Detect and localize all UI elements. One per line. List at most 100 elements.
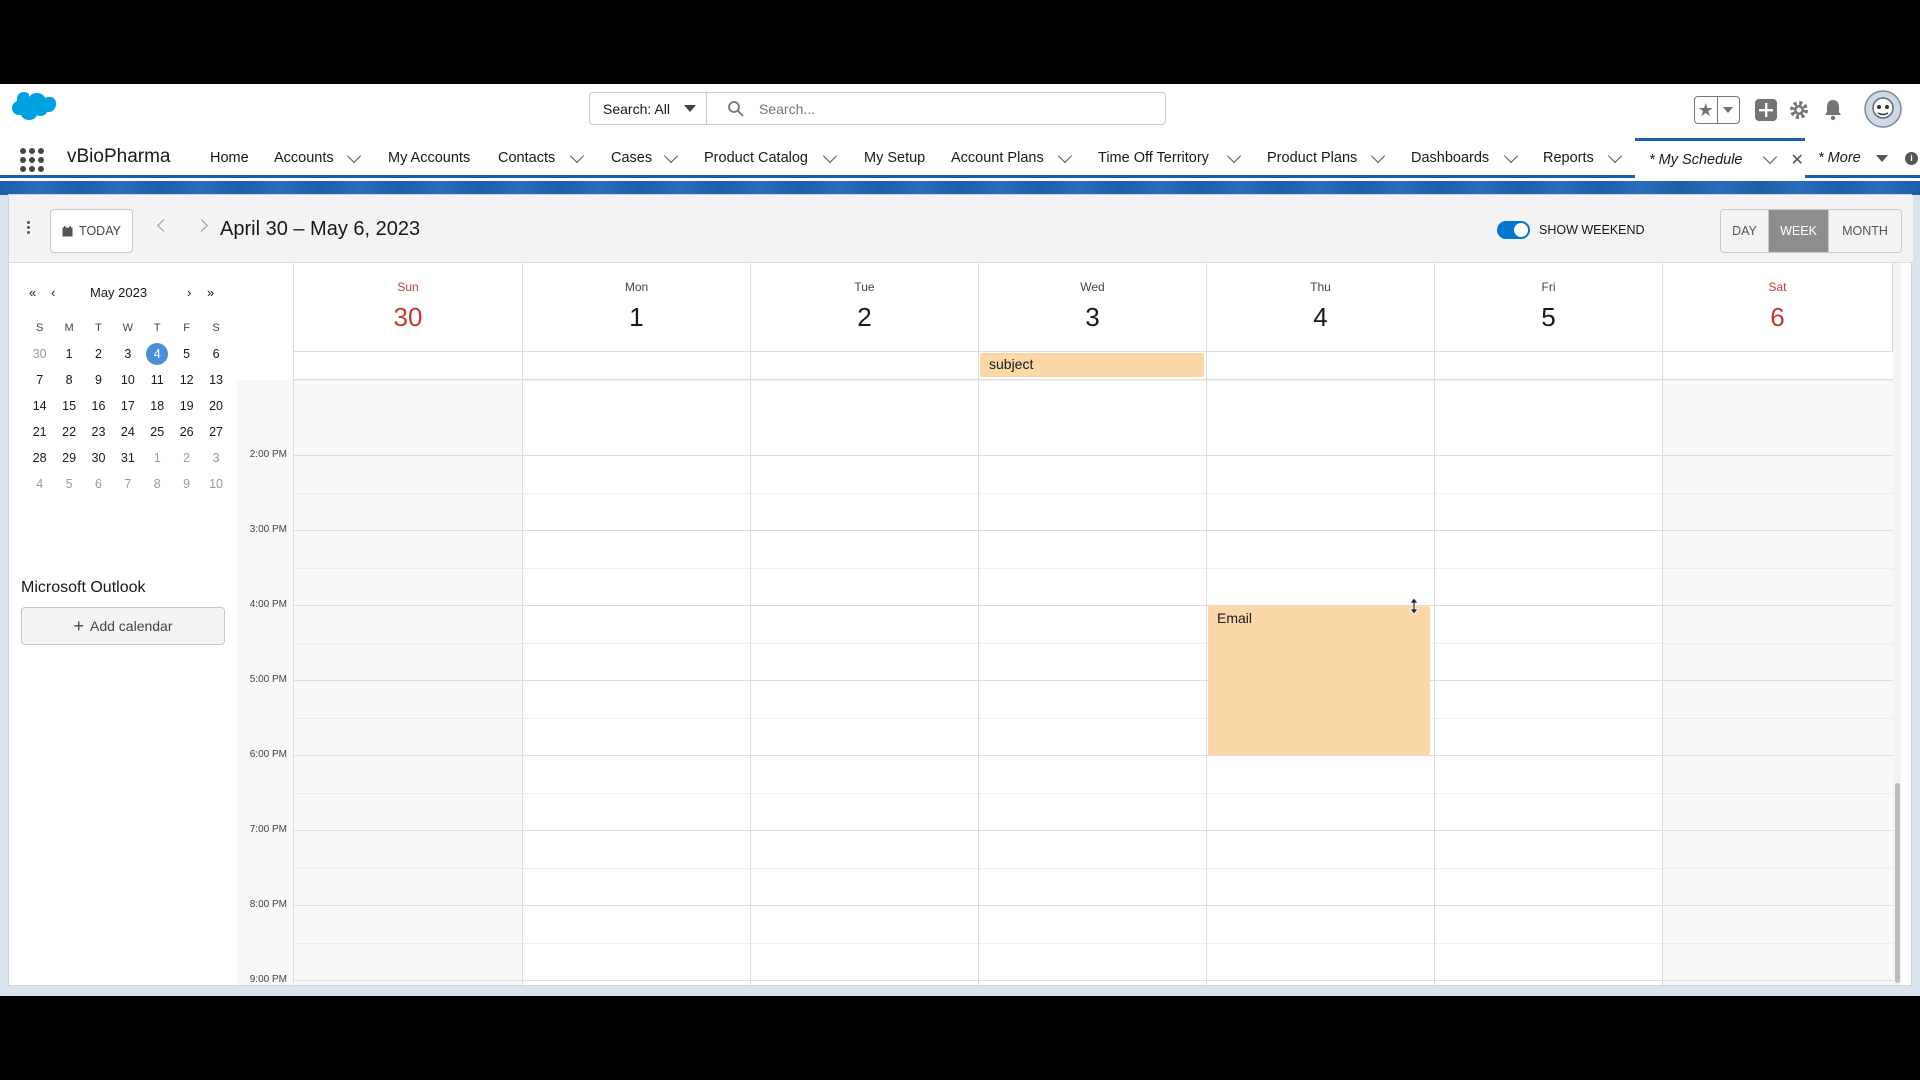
mini-day[interactable]: 20 (201, 399, 230, 413)
search-input[interactable] (759, 100, 1139, 117)
nav-item-product-catalog[interactable]: Product Catalog (704, 138, 808, 178)
mini-day[interactable]: 13 (201, 373, 230, 387)
nav-account-plans-dropdown[interactable] (1057, 138, 1073, 178)
next-week-icon[interactable] (195, 219, 208, 232)
mini-day[interactable]: 7 (113, 477, 142, 491)
nav-product-plans-dropdown[interactable] (1370, 138, 1386, 178)
mini-day[interactable]: 10 (201, 477, 230, 491)
mini-day[interactable]: 14 (25, 399, 54, 413)
event-email[interactable]: Email (1208, 606, 1430, 755)
mini-day[interactable]: 25 (143, 425, 172, 439)
nav-item-time-off-territory[interactable]: Time Off Territory (1098, 138, 1209, 178)
day-header-tue[interactable]: Tue 2 (750, 263, 978, 351)
nav-contacts-dropdown[interactable] (569, 138, 585, 178)
nav-item-contacts[interactable]: Contacts (498, 138, 555, 178)
app-launcher-icon[interactable] (20, 148, 44, 172)
nav-time-off-dropdown[interactable] (1226, 138, 1242, 178)
next-month-icon[interactable]: › (187, 285, 191, 300)
mini-day[interactable]: 4 (25, 477, 54, 491)
day-header-wed[interactable]: Wed 3 (978, 263, 1206, 351)
mini-day[interactable]: 3 (113, 347, 142, 361)
mini-day[interactable]: 19 (172, 399, 201, 413)
more-actions-icon[interactable] (27, 221, 31, 236)
mini-day[interactable]: 26 (172, 425, 201, 439)
notifications-bell-icon[interactable] (1820, 97, 1846, 123)
nav-item-account-plans[interactable]: Account Plans (951, 138, 1044, 178)
mini-day[interactable]: 23 (84, 425, 113, 439)
mini-day[interactable]: 11 (143, 373, 172, 387)
user-avatar-icon[interactable] (1864, 90, 1902, 128)
mini-day[interactable]: 6 (201, 347, 230, 361)
mini-day[interactable]: 22 (54, 425, 83, 439)
nav-item-dashboards[interactable]: Dashboards (1411, 138, 1489, 178)
mini-day[interactable]: 5 (172, 347, 201, 361)
scrollbar-thumb[interactable] (1895, 783, 1900, 983)
nav-dashboards-dropdown[interactable] (1503, 138, 1519, 178)
mini-day[interactable]: 29 (54, 451, 83, 465)
mini-day[interactable]: 24 (113, 425, 142, 439)
favorites-dropdown-button[interactable] (1718, 107, 1740, 113)
view-week-button[interactable]: WEEK (1769, 210, 1829, 252)
nav-more-dropdown[interactable] (1876, 138, 1888, 178)
search-scope-dropdown[interactable]: Search: All (590, 93, 707, 124)
mini-day[interactable]: 12 (172, 373, 201, 387)
today-button[interactable]: TODAY (50, 209, 133, 253)
mini-day[interactable]: 3 (201, 451, 230, 465)
nav-item-reports[interactable]: Reports (1543, 138, 1594, 178)
add-calendar-button[interactable]: + Add calendar (21, 607, 225, 645)
event-subject[interactable]: subject (980, 353, 1204, 377)
previous-week-icon[interactable] (157, 219, 170, 232)
mini-day[interactable]: 31 (113, 451, 142, 465)
tab-my-schedule[interactable]: * My Schedule ✕ (1635, 138, 1805, 178)
info-icon[interactable]: i (1905, 138, 1918, 178)
mini-day-today[interactable]: 4 (143, 343, 172, 365)
view-month-button[interactable]: MONTH (1829, 210, 1901, 252)
mini-day[interactable]: 30 (25, 347, 54, 361)
mini-day[interactable]: 2 (84, 347, 113, 361)
mini-day[interactable]: 27 (201, 425, 230, 439)
chevron-down-icon[interactable] (1762, 149, 1777, 165)
day-header-sat[interactable]: Sat 6 (1662, 263, 1893, 351)
show-weekend-toggle[interactable] (1497, 221, 1530, 239)
day-header-sun[interactable]: Sun 30 (293, 263, 522, 351)
mini-day[interactable]: 8 (54, 373, 83, 387)
prev-month-icon[interactable]: ‹ (51, 285, 55, 300)
mini-day[interactable]: 8 (143, 477, 172, 491)
nav-reports-dropdown[interactable] (1607, 138, 1623, 178)
favorites-star-icon[interactable]: ★ (1695, 97, 1718, 123)
mini-day[interactable]: 28 (25, 451, 54, 465)
mini-day[interactable]: 9 (172, 477, 201, 491)
next-year-icon[interactable]: » (207, 285, 214, 300)
mini-day[interactable]: 6 (84, 477, 113, 491)
mini-day[interactable]: 30 (84, 451, 113, 465)
day-header-thu[interactable]: Thu 4 (1206, 263, 1434, 351)
global-create-icon[interactable] (1753, 97, 1779, 123)
mini-day[interactable]: 21 (25, 425, 54, 439)
nav-item-accounts[interactable]: Accounts (274, 138, 334, 178)
mini-day[interactable]: 2 (172, 451, 201, 465)
nav-item-product-plans[interactable]: Product Plans (1267, 138, 1357, 178)
mini-day[interactable]: 18 (143, 399, 172, 413)
close-tab-icon[interactable]: ✕ (1791, 150, 1804, 170)
mini-day[interactable]: 15 (54, 399, 83, 413)
nav-product-catalog-dropdown[interactable] (822, 138, 838, 178)
mini-day[interactable]: 7 (25, 373, 54, 387)
nav-item-more[interactable]: * More (1818, 138, 1861, 178)
day-header-mon[interactable]: Mon 1 (522, 263, 750, 351)
mini-day[interactable]: 1 (143, 451, 172, 465)
setup-gear-icon[interactable] (1786, 97, 1812, 123)
mini-day[interactable]: 17 (113, 399, 142, 413)
view-day-button[interactable]: DAY (1721, 210, 1769, 252)
nav-item-my-setup[interactable]: My Setup (864, 138, 925, 178)
mini-day[interactable]: 1 (54, 347, 83, 361)
nav-accounts-dropdown[interactable] (346, 138, 362, 178)
mini-day[interactable]: 10 (113, 373, 142, 387)
mini-day[interactable]: 5 (54, 477, 83, 491)
salesforce-logo-icon[interactable] (10, 92, 56, 126)
nav-item-cases[interactable]: Cases (611, 138, 652, 178)
nav-item-home[interactable]: Home (210, 138, 249, 178)
mini-day[interactable]: 9 (84, 373, 113, 387)
mini-day[interactable]: 16 (84, 399, 113, 413)
prev-year-icon[interactable]: « (29, 285, 36, 300)
nav-cases-dropdown[interactable] (663, 138, 679, 178)
